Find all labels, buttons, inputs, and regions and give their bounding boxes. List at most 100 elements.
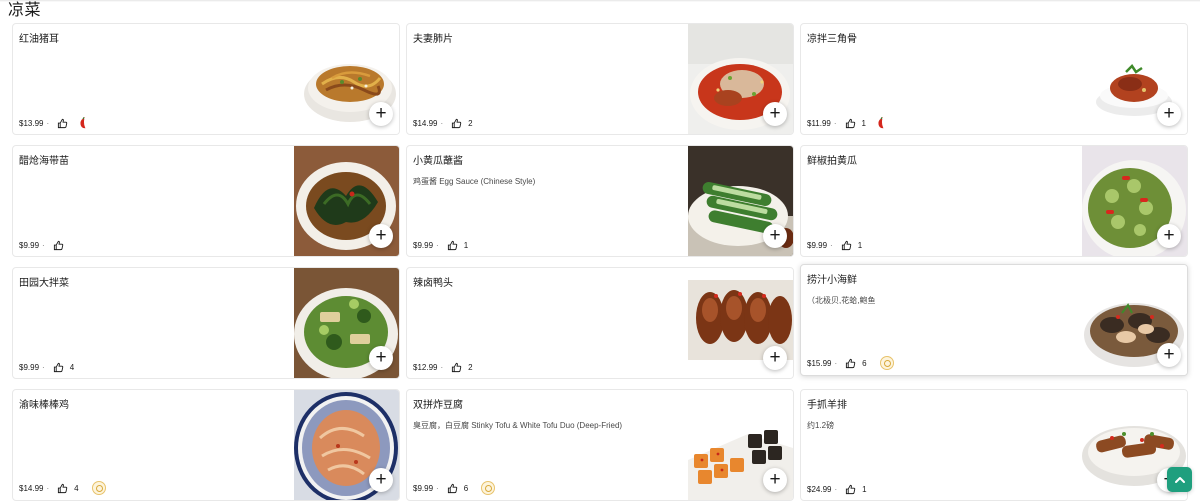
like-count: 1 xyxy=(857,241,863,250)
popular-badge-icon xyxy=(481,481,496,495)
add-to-cart-button[interactable]: + xyxy=(1157,224,1181,248)
like-count: 2 xyxy=(468,119,473,128)
thumbs-up-icon xyxy=(53,240,63,251)
item-price: $12.99 xyxy=(413,363,438,372)
like-count: 4 xyxy=(74,483,79,493)
menu-item-card[interactable]: 双拼炸豆腐 臭豆腐，白豆腐 Stinky Tofu & White Tofu D… xyxy=(406,389,794,501)
add-to-cart-button[interactable]: + xyxy=(1157,102,1181,126)
separator-dot: · xyxy=(42,241,45,250)
plus-icon: + xyxy=(375,102,387,124)
like-count: 6 xyxy=(862,358,867,368)
thumbs-up-icon xyxy=(58,118,68,128)
separator-dot: · xyxy=(834,485,838,494)
header-shadow xyxy=(0,0,1200,2)
item-meta: $14.99 · 2 xyxy=(413,118,473,129)
item-name: 凉拌三角骨 xyxy=(807,34,857,45)
add-to-cart-button[interactable]: + xyxy=(763,102,787,126)
thumbs-up-icon xyxy=(452,118,462,129)
item-name: 鲜椒拍黄瓜 xyxy=(807,156,857,167)
popular-badge-icon xyxy=(91,481,106,495)
thumbs-up-icon xyxy=(53,362,63,373)
thumbs-up-icon xyxy=(58,483,68,493)
separator-dot: · xyxy=(436,241,439,250)
chili-pepper-icon xyxy=(80,117,86,129)
item-meta: $12.99 · 2 xyxy=(413,362,473,373)
thumbs-up-icon xyxy=(452,362,462,373)
add-to-cart-button[interactable]: + xyxy=(369,468,393,492)
item-meta: $9.99 · xyxy=(19,240,64,251)
add-to-cart-button[interactable]: + xyxy=(369,224,393,248)
menu-item-card[interactable]: 渝味棒棒鸡 $14.99 · 4 + xyxy=(12,389,400,501)
separator-dot: · xyxy=(833,118,837,128)
menu-item-card[interactable]: 田园大拌菜 $9.99 · 4 + xyxy=(12,267,400,379)
item-description: 臭豆腐，白豆腐 Stinky Tofu & White Tofu Duo (De… xyxy=(413,421,623,430)
plus-icon: + xyxy=(375,346,387,368)
plus-icon: + xyxy=(769,224,781,246)
item-name: 田园大拌菜 xyxy=(19,278,69,289)
menu-item-card[interactable]: 辣卤鸭头 $12.99 · 2 + xyxy=(406,267,794,379)
item-meta: $9.99 · 1 xyxy=(413,240,468,251)
separator-dot: · xyxy=(440,119,444,128)
thumbs-up-icon xyxy=(845,118,855,128)
item-price: $11.99 xyxy=(807,118,831,128)
item-name: 醋炝海带苗 xyxy=(19,156,69,167)
separator-dot: · xyxy=(436,483,439,493)
menu-item-card[interactable]: 手抓羊排 约1.2磅 $24.99· 1 + xyxy=(800,389,1188,501)
menu-item-card[interactable]: 小黄瓜蘸酱 鸡蛋酱 Egg Sauce (Chinese Style) $9.9… xyxy=(406,145,794,257)
plus-icon: + xyxy=(769,468,781,490)
menu-item-card[interactable]: 捞汁小海鲜 （北极贝,花蛤,鲍鱼 $15.99 · 6 + xyxy=(800,264,1188,376)
item-price: $9.99 xyxy=(413,241,434,250)
item-meta: $9.99 · 4 xyxy=(19,362,74,373)
section-title: 凉菜 xyxy=(8,2,42,19)
item-price: $14.99 xyxy=(19,483,44,493)
thumbs-up-icon xyxy=(846,484,856,495)
menu-item-card[interactable]: 醋炝海带苗 $9.99 · + xyxy=(12,145,400,257)
plus-icon: + xyxy=(1163,343,1175,365)
menu-grid: 红油猪耳 $13.99 · + 夫妻肺片 $14.99 · 2 + 凉拌三角骨 … xyxy=(12,23,1188,501)
thumbs-up-icon xyxy=(447,240,457,251)
menu-item-card[interactable]: 鲜椒拍黄瓜 $9.99 · 1 + xyxy=(800,145,1188,257)
item-meta: $24.99 · 1 xyxy=(807,484,867,495)
scroll-to-top-button[interactable] xyxy=(1167,467,1192,492)
menu-item-card[interactable]: 红油猪耳 $13.99 · + xyxy=(12,23,400,135)
item-price: $13.99 xyxy=(19,118,44,128)
add-to-cart-button[interactable]: + xyxy=(763,346,787,370)
separator-dot: · xyxy=(440,363,444,372)
separator-dot: · xyxy=(834,358,838,368)
add-to-cart-button[interactable]: + xyxy=(369,346,393,370)
item-price: $9.99 xyxy=(19,363,40,372)
add-to-cart-button[interactable]: + xyxy=(1157,343,1181,367)
add-to-cart-button[interactable]: + xyxy=(763,224,787,248)
item-description: 约1.2磅 xyxy=(807,421,835,430)
item-name: 渝味棒棒鸡 xyxy=(19,400,69,411)
like-count: 6 xyxy=(463,483,469,493)
plus-icon: + xyxy=(1163,102,1175,124)
menu-item-card[interactable]: 夫妻肺片 $14.99 · 2 + xyxy=(406,23,794,135)
item-price: $14.99 xyxy=(413,119,438,128)
thumbs-up-icon xyxy=(447,483,457,493)
item-description: 鸡蛋酱 Egg Sauce (Chinese Style) xyxy=(413,177,536,186)
item-meta: $14.99 · 4 xyxy=(19,481,106,495)
thumbs-up-icon xyxy=(841,240,851,251)
like-count: 1 xyxy=(463,241,469,250)
item-meta: $11.99 · 1 xyxy=(807,117,886,129)
item-name: 捞汁小海鲜 xyxy=(807,275,857,286)
add-to-cart-button[interactable]: + xyxy=(369,102,393,126)
add-to-cart-button[interactable]: + xyxy=(763,468,787,492)
separator-dot: · xyxy=(46,118,50,128)
separator-dot: · xyxy=(42,363,45,372)
item-price: $15.99 xyxy=(807,358,832,368)
item-price: $24.99 xyxy=(807,485,832,494)
like-count: 1 xyxy=(861,118,866,128)
item-meta: $9.99 · 6 xyxy=(413,481,496,495)
item-meta: $13.99 · xyxy=(19,117,88,129)
item-price: $9.99 xyxy=(19,241,40,250)
plus-icon: + xyxy=(375,468,387,490)
menu-item-card[interactable]: 凉拌三角骨 $11.99 · 1 + xyxy=(800,23,1188,135)
separator-dot: · xyxy=(830,241,833,250)
item-name: 夫妻肺片 xyxy=(413,34,453,45)
separator-dot: · xyxy=(46,483,50,493)
item-price: $9.99 xyxy=(413,483,434,493)
plus-icon: + xyxy=(1163,224,1175,246)
item-name: 红油猪耳 xyxy=(19,34,59,45)
